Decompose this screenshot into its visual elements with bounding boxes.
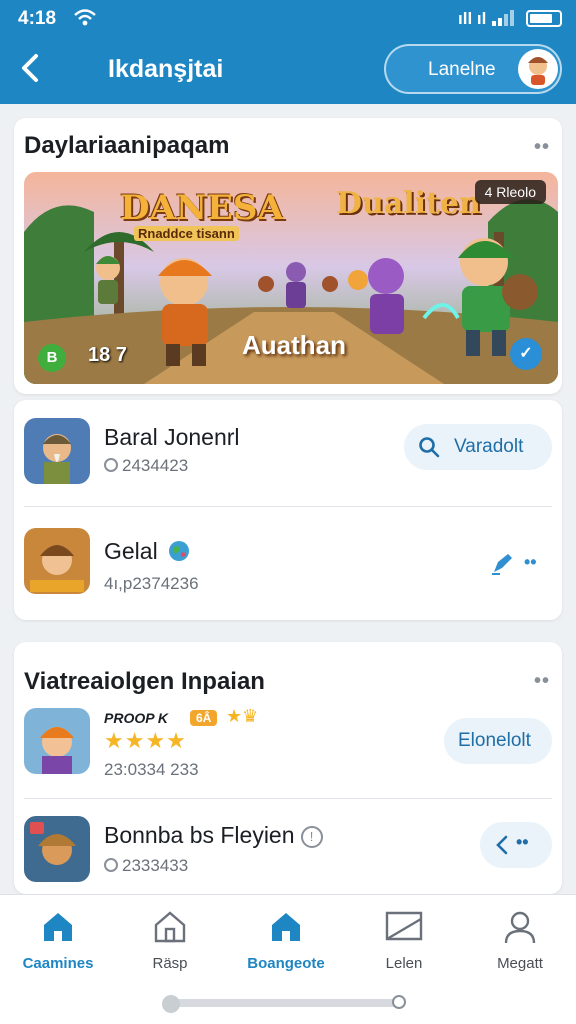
rating-stars: ★★★★ (104, 728, 187, 753)
profile-icon (504, 911, 536, 944)
banner-badge-left: B (38, 344, 66, 372)
featured-banner[interactable]: DANESA Rnaddce tisann Dualiten 4 Rleolo … (24, 172, 558, 384)
banner-logo-left-sub: Rnaddce tisann (134, 226, 239, 241)
nav-item-lelen[interactable]: Lelen (354, 909, 454, 979)
home-active-icon (272, 913, 300, 941)
share-button[interactable]: •• (480, 822, 552, 868)
battery-icon (526, 10, 562, 27)
banner-caption: Auathan (242, 330, 346, 360)
home-outline-icon (154, 911, 186, 943)
download-button[interactable]: Elonelolt (444, 718, 552, 764)
wifi-icon (74, 9, 96, 26)
more-options-icon[interactable]: •• (534, 136, 550, 159)
nav-item-games[interactable]: Caamines (8, 909, 108, 979)
avatar (518, 49, 558, 89)
status-time: 4:18 (18, 8, 57, 29)
app-name: Baral Jonenrl (104, 424, 240, 450)
home-indicator-knob (162, 995, 180, 1013)
nav-label: Megatt (497, 955, 543, 972)
app-icon (24, 816, 90, 882)
banner-badge-top: 4 Rleolo (474, 180, 546, 204)
bottom-nav: Caamines Räsp Boangeote Lelen Megatt (0, 894, 576, 1024)
app-meta: 4ı,p2374236 (104, 574, 199, 593)
banner-logo-left: DANESA (120, 188, 284, 228)
app-meta: 23:0334 233 (104, 760, 199, 779)
divider (24, 798, 552, 799)
page-title: Ikdanşjtai (108, 55, 224, 83)
nav-label: Lelen (385, 955, 423, 972)
item-tagline: PROOP K (104, 710, 169, 726)
banner-count: 18 7 (88, 344, 127, 366)
list-item[interactable]: Baral Jonenrl 2434423 Varadolt (14, 400, 562, 504)
edit-icon[interactable] (490, 552, 518, 576)
nav-label: Räsp (152, 955, 188, 972)
app-icon (24, 708, 90, 774)
chevron-left-icon (496, 835, 508, 855)
signal-text: ıll ıl (458, 9, 487, 28)
more-options-icon[interactable]: •• (534, 670, 550, 693)
app-meta: 2333433 (104, 856, 188, 876)
search-icon (419, 437, 440, 458)
featured-title: Daylariaanipaqam (24, 132, 230, 159)
app-meta-value: 2434423 (122, 456, 189, 475)
list-item[interactable]: Gelal 4ı,p2374236 •• (14, 510, 562, 614)
status-bar: 4:18 ıll ıl (0, 0, 576, 36)
back-arrow-icon[interactable] (14, 50, 48, 86)
home-indicator-end (392, 995, 406, 1009)
list-item[interactable]: PROOP K 6Â ★♛ ★★★★ 23:0334 233 Elonelolt (14, 698, 562, 798)
nav-item-rasp[interactable]: Räsp (120, 909, 220, 979)
crown-icon: ★♛ (226, 706, 259, 726)
app-name-text: Gelal (104, 538, 158, 564)
download-button[interactable]: Varadolt (404, 424, 552, 470)
app-name: Gelal (104, 538, 190, 565)
info-icon[interactable]: ! (300, 826, 323, 848)
globe-icon (169, 541, 190, 561)
account-button[interactable]: Lanelne (384, 44, 562, 94)
account-button-label: Lanelne (428, 59, 496, 80)
download-button-label: Varadolt (454, 436, 524, 457)
section-card: Viatreaiolgen Inpaian •• PROOP K 6Â ★♛ ★… (14, 642, 562, 894)
featured-card: Daylariaanipaqam •• DANESA Rnaddce tisan… (14, 118, 562, 394)
list-item[interactable]: Bonnba bs Fleyien! 2333433 •• (14, 802, 562, 894)
nav-label: Caamines (22, 955, 94, 972)
more-options-icon[interactable]: •• (524, 552, 537, 573)
app-name: Bonnba bs Fleyien! (104, 822, 323, 849)
nav-item-megatt[interactable]: Megatt (470, 909, 570, 979)
section-title: Viatreaiolgen Inpaian (24, 668, 265, 695)
screen-icon (385, 911, 423, 941)
clock-icon (104, 858, 118, 872)
nav-item-boangeote[interactable]: Boangeote (236, 909, 336, 979)
app-meta: 2434423 (104, 456, 188, 476)
more-dots-icon: •• (516, 832, 529, 852)
app-name-text: Bonnba bs Fleyien (104, 822, 295, 848)
cell-signal-icon (492, 10, 514, 26)
divider (24, 506, 552, 507)
app-header: 4:18 ıll ıl Ikdanşjtai Lanelne (0, 0, 576, 104)
home-indicator[interactable] (164, 999, 404, 1007)
download-button-label: Elonelolt (458, 730, 531, 751)
level-badge: 6Â (190, 710, 218, 726)
banner-logo-right: Dualiten (336, 186, 481, 221)
home-filled-icon (44, 913, 72, 941)
nav-label: Boangeote (247, 955, 325, 972)
app-list-card: Baral Jonenrl 2434423 Varadolt Gelal 4ı,… (14, 400, 562, 620)
check-icon[interactable]: ✓ (510, 338, 542, 370)
app-icon (24, 418, 90, 484)
app-meta-value: 2333433 (122, 856, 189, 875)
app-icon (24, 528, 90, 594)
clock-icon (104, 458, 118, 472)
